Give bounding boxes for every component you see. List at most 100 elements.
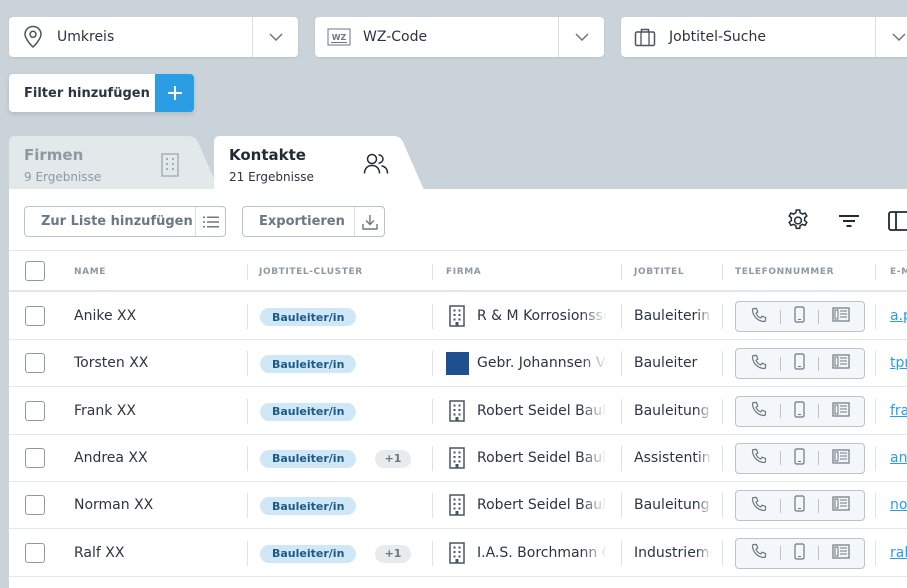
job-title: Bauleitung xyxy=(634,497,710,514)
fax-icon[interactable] xyxy=(831,307,850,326)
mobile-icon[interactable] xyxy=(793,400,805,422)
phone-actions[interactable] xyxy=(735,348,865,380)
more-clusters-badge[interactable]: +1 xyxy=(375,544,411,563)
mobile-icon[interactable] xyxy=(793,448,805,469)
fax-icon[interactable] xyxy=(831,401,850,421)
email-link[interactable]: ral xyxy=(890,545,907,561)
phone-icon[interactable] xyxy=(751,448,767,468)
column-divider xyxy=(247,540,248,566)
phone-icon[interactable] xyxy=(751,496,767,516)
company-name[interactable]: Robert Seidel Baule xyxy=(477,497,607,513)
email-link[interactable]: fra xyxy=(890,403,907,419)
fax-icon[interactable] xyxy=(831,543,850,563)
umkreis-filter[interactable]: Umkreis xyxy=(9,17,298,57)
mobile-icon[interactable] xyxy=(793,495,805,516)
columns-icon[interactable] xyxy=(885,207,907,235)
divider xyxy=(817,356,819,371)
col-name[interactable]: NAME xyxy=(74,267,106,277)
col-telefon[interactable]: TELEFONNUMMER xyxy=(735,267,834,277)
column-divider xyxy=(722,351,723,377)
phone-icon[interactable] xyxy=(751,354,767,374)
phone-actions[interactable] xyxy=(735,301,865,332)
chevron-down-icon[interactable] xyxy=(252,17,298,57)
building-icon xyxy=(446,305,468,327)
row-checkbox[interactable] xyxy=(25,495,45,516)
col-firma[interactable]: FIRMA xyxy=(446,267,481,277)
jobtitel-filter[interactable]: Jobtitel-Suche xyxy=(621,17,907,57)
company-name[interactable]: I.A.S. Borchmann Gn xyxy=(477,545,607,561)
select-all-checkbox[interactable] xyxy=(25,261,45,281)
add-to-list-button[interactable]: Zur Liste hinzufügen xyxy=(24,206,226,237)
phone-icon[interactable] xyxy=(751,401,767,421)
company-name[interactable]: Robert Seidel Baule xyxy=(477,403,607,419)
row-checkbox[interactable] xyxy=(25,400,45,421)
phone-actions[interactable] xyxy=(735,490,865,522)
cluster-badge: Bauleiter/in xyxy=(260,497,357,516)
tab-kontakte-title: Kontakte xyxy=(229,146,306,164)
contact-name[interactable]: Torsten XX xyxy=(74,355,148,371)
column-divider xyxy=(722,445,723,471)
mobile-icon[interactable] xyxy=(793,353,805,374)
fax-icon[interactable] xyxy=(831,449,850,468)
mobile-icon[interactable] xyxy=(793,542,805,564)
export-label: Exportieren xyxy=(259,214,345,229)
column-divider xyxy=(247,445,248,471)
table-row[interactable]: Norman XX Bauleiter/in Robert Seidel Baule… xyxy=(9,482,907,530)
chevron-down-icon[interactable] xyxy=(558,17,604,57)
wz-code-icon: WZ xyxy=(315,28,363,46)
job-title: Industrieme xyxy=(634,544,712,561)
divider xyxy=(817,309,819,324)
table-header: NAME JOBTITEL-CLUSTER FIRMA JOBTITEL TEL… xyxy=(9,252,907,292)
mobile-icon[interactable] xyxy=(793,306,805,327)
contact-name[interactable]: Anike XX xyxy=(74,308,136,324)
phone-actions[interactable] xyxy=(735,537,865,569)
tab-firmen[interactable]: Firmen 9 Ergebnisse xyxy=(9,136,219,190)
wz-code-filter[interactable]: WZ WZ-Code xyxy=(315,17,604,57)
email-link[interactable]: no xyxy=(890,497,907,513)
email-link[interactable]: tpr xyxy=(890,355,907,371)
contacts-panel: Zur Liste hinzufügen Exportieren NAME JO… xyxy=(9,189,907,588)
export-button[interactable]: Exportieren xyxy=(242,206,385,237)
col-jobtitel[interactable]: JOBTITEL xyxy=(634,267,684,277)
row-checkbox[interactable] xyxy=(25,306,45,326)
chevron-down-icon[interactable] xyxy=(875,17,907,57)
filter-lines-icon[interactable] xyxy=(835,207,863,235)
table-row[interactable]: Andrea XX Bauleiter/in +1 Robert Seidel Bau… xyxy=(9,435,907,482)
phone-icon[interactable] xyxy=(751,543,767,563)
contact-name[interactable]: Frank XX xyxy=(74,403,136,419)
column-divider xyxy=(247,304,248,329)
column-divider xyxy=(875,264,876,280)
company-name[interactable]: R & M Korrosionssch xyxy=(477,308,607,324)
email-link[interactable]: and xyxy=(890,450,907,466)
column-divider xyxy=(875,493,876,519)
fax-icon[interactable] xyxy=(831,496,850,515)
phone-icon[interactable] xyxy=(751,307,767,327)
row-checkbox[interactable] xyxy=(25,447,45,468)
table-row[interactable]: Ralf XX Bauleiter/in +1 I.A.S. Borchmann Gn… xyxy=(9,530,907,577)
contact-name[interactable]: Norman XX xyxy=(74,497,153,513)
tab-kontakte[interactable]: Kontakte 21 Ergebnisse xyxy=(214,136,424,190)
phone-actions[interactable] xyxy=(735,442,865,474)
more-clusters-badge[interactable]: +1 xyxy=(375,449,411,468)
column-divider xyxy=(621,351,622,377)
company-name[interactable]: Gebr. Johannsen Ver xyxy=(477,355,607,371)
add-filter-button[interactable]: Filter hinzufügen xyxy=(9,74,194,112)
col-cluster[interactable]: JOBTITEL-CLUSTER xyxy=(259,267,363,277)
row-checkbox[interactable] xyxy=(25,542,45,563)
col-email[interactable]: E-M xyxy=(890,267,907,277)
email-link[interactable]: a.p xyxy=(890,308,907,324)
gear-icon[interactable] xyxy=(784,207,812,235)
phone-actions[interactable] xyxy=(735,395,865,427)
fax-icon[interactable] xyxy=(831,354,850,373)
table-row[interactable]: Torsten XX Bauleiter/in Gebr. Johannsen Ve… xyxy=(9,340,907,388)
row-checkbox[interactable] xyxy=(25,353,45,374)
column-divider xyxy=(621,398,622,424)
column-divider xyxy=(432,445,433,471)
contact-name[interactable]: Ralf XX xyxy=(74,545,124,561)
column-divider xyxy=(875,304,876,329)
table-row[interactable]: Anike XX Bauleiter/in R & M Korrosionssch B… xyxy=(9,293,907,340)
plus-icon[interactable] xyxy=(155,74,194,112)
table-row[interactable]: Frank XX Bauleiter/in Robert Seidel Baule B… xyxy=(9,388,907,435)
contact-name[interactable]: Andrea XX xyxy=(74,450,148,466)
company-name[interactable]: Robert Seidel Baule xyxy=(477,450,607,466)
